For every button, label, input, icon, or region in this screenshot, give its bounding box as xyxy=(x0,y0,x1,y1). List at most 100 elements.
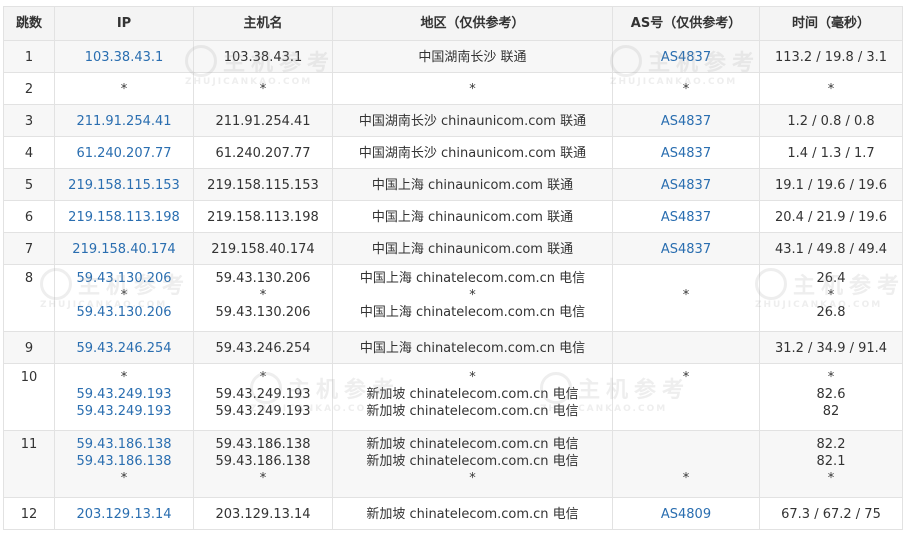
time-value: 20.4 / 21.9 / 19.6 xyxy=(774,210,888,225)
as-cell: AS4837 xyxy=(612,136,760,169)
hop-number: 2 xyxy=(24,82,34,97)
region-cell: 中国湖南长沙 联通 xyxy=(332,40,613,73)
hostname-cell: 59.43.186.138 59.43.186.138 * xyxy=(193,430,333,498)
as-cell: AS4837 xyxy=(612,200,760,233)
hostname-cell: 103.38.43.1 xyxy=(193,40,333,73)
host-value: 59.43.249.193 xyxy=(215,387,311,402)
region-cell: 中国上海 chinatelecom.com.cn 电信 xyxy=(332,331,613,364)
as-cell xyxy=(612,331,760,364)
time-value: 19.1 / 19.6 / 19.6 xyxy=(774,178,888,193)
ip-link[interactable]: 219.158.113.198 xyxy=(55,209,193,226)
host-value: 211.91.254.41 xyxy=(215,114,311,129)
ip-link[interactable]: 59.43.130.206 xyxy=(55,270,193,287)
region-value: 中国湖南长沙 chinaunicom.com 联通 xyxy=(358,146,587,161)
as-value xyxy=(613,270,759,287)
table-row: 6 219.158.113.198 219.158.113.198 中国上海 chin… xyxy=(3,200,903,233)
table-row: 7 219.158.40.174 219.158.40.174 中国上海 chinau… xyxy=(3,232,903,265)
host-value: 219.158.113.198 xyxy=(207,210,319,225)
host-value: 61.240.207.77 xyxy=(215,146,311,161)
as-value xyxy=(613,386,759,403)
hop-number: 9 xyxy=(24,341,34,356)
time-cell: 19.1 / 19.6 / 19.6 xyxy=(759,168,903,201)
ip-value: * xyxy=(120,471,128,486)
time-value: 26.4 xyxy=(816,271,846,286)
ip-link[interactable]: 59.43.249.193 xyxy=(55,403,193,420)
ip-link[interactable]: 59.43.186.138 xyxy=(55,436,193,453)
as-link[interactable]: AS4837 xyxy=(613,113,759,130)
region-cell: 中国上海 chinaunicom.com 联通 xyxy=(332,232,613,265)
as-link[interactable]: AS4837 xyxy=(613,49,759,66)
as-value xyxy=(613,340,759,357)
ip-cell: 219.158.113.198 xyxy=(54,200,194,233)
hop-cell: 9 xyxy=(3,331,55,364)
table-header-row: 跳数 IP 主机名 地区（仅供参考） AS号（仅供参考） 时间（毫秒） xyxy=(3,6,903,41)
time-cell: 31.2 / 34.9 / 91.4 xyxy=(759,331,903,364)
host-value: 219.158.115.153 xyxy=(207,178,319,193)
hop-number: 8 xyxy=(24,271,34,286)
time-value: 82.6 xyxy=(816,387,846,402)
host-value: 219.158.40.174 xyxy=(211,242,315,257)
region-value: 中国上海 chinatelecom.com.cn 电信 xyxy=(359,305,586,320)
time-value: 43.1 / 49.8 / 49.4 xyxy=(774,242,888,257)
hop-cell: 6 xyxy=(3,200,55,233)
region-cell: 中国湖南长沙 chinaunicom.com 联通 xyxy=(332,136,613,169)
column-header-region: 地区（仅供参考） xyxy=(332,6,613,41)
hop-number: 4 xyxy=(24,146,34,161)
host-value: * xyxy=(259,288,267,303)
ip-cell: 211.91.254.41 xyxy=(54,104,194,137)
ip-link[interactable]: 211.91.254.41 xyxy=(55,113,193,130)
ip-link[interactable]: 59.43.130.206 xyxy=(55,304,193,321)
as-link[interactable]: AS4837 xyxy=(613,209,759,226)
time-value: 82 xyxy=(822,404,840,419)
time-cell: 20.4 / 21.9 / 19.6 xyxy=(759,200,903,233)
as-value xyxy=(613,436,759,453)
column-header-time: 时间（毫秒） xyxy=(759,6,903,41)
hop-number: 12 xyxy=(20,507,38,522)
region-cell: 新加坡 chinatelecom.com.cn 电信 xyxy=(332,497,613,530)
time-value: * xyxy=(827,370,835,385)
ip-cell: 59.43.246.254 xyxy=(54,331,194,364)
time-value: 26.8 xyxy=(816,305,846,320)
as-cell: AS4809 xyxy=(612,497,760,530)
table-row: 4 61.240.207.77 61.240.207.77 中国湖南长沙 chinau… xyxy=(3,136,903,169)
ip-link[interactable]: 219.158.115.153 xyxy=(55,177,193,194)
ip-link[interactable]: 61.240.207.77 xyxy=(55,145,193,162)
column-header-hostname: 主机名 xyxy=(193,6,333,41)
as-cell: * xyxy=(612,72,760,105)
as-link[interactable]: AS4809 xyxy=(613,506,759,523)
as-link[interactable]: AS4837 xyxy=(613,241,759,258)
as-value xyxy=(613,453,759,470)
hop-cell: 10 xyxy=(3,363,55,431)
ip-link[interactable]: 219.158.40.174 xyxy=(55,241,193,258)
host-value: 59.43.130.206 xyxy=(215,271,311,286)
region-value: 中国上海 chinatelecom.com.cn 电信 xyxy=(359,271,586,286)
ip-link[interactable]: 59.43.249.193 xyxy=(55,386,193,403)
ip-cell: 61.240.207.77 xyxy=(54,136,194,169)
ip-link[interactable]: 59.43.186.138 xyxy=(55,453,193,470)
hostname-cell: * 59.43.249.193 59.43.249.193 xyxy=(193,363,333,431)
as-link[interactable]: AS4837 xyxy=(613,145,759,162)
region-value: 新加坡 chinatelecom.com.cn 电信 xyxy=(366,454,579,469)
table-row: 9 59.43.246.254 59.43.246.254 中国上海 chinatel… xyxy=(3,331,903,364)
as-link[interactable]: AS4837 xyxy=(613,177,759,194)
host-value: 59.43.130.206 xyxy=(215,305,311,320)
time-cell: 26.4 * 26.8 xyxy=(759,264,903,332)
ip-cell: * 59.43.249.193 59.43.249.193 xyxy=(54,363,194,431)
table-row: 11 59.43.186.138 59.43.186.138 * 59.43.186.1… xyxy=(3,430,903,498)
ip-value: * xyxy=(120,288,128,303)
table-row: 2 * * * * * xyxy=(3,72,903,105)
region-value: * xyxy=(469,82,476,97)
region-value: 新加坡 chinatelecom.com.cn 电信 xyxy=(366,387,579,402)
host-value: 59.43.186.138 xyxy=(215,437,311,452)
as-cell: AS4837 xyxy=(612,40,760,73)
ip-link[interactable]: 203.129.13.14 xyxy=(55,506,193,523)
column-header-ip: IP xyxy=(54,6,194,41)
ip-link[interactable]: 103.38.43.1 xyxy=(55,49,193,66)
time-value: 1.2 / 0.8 / 0.8 xyxy=(787,114,875,129)
ip-link[interactable]: 59.43.246.254 xyxy=(55,340,193,357)
region-value: 中国上海 chinaunicom.com 联通 xyxy=(371,210,574,225)
ip-cell: 103.38.43.1 xyxy=(54,40,194,73)
hop-number: 1 xyxy=(24,50,34,65)
hop-number: 7 xyxy=(24,242,34,257)
traceroute-table: 跳数 IP 主机名 地区（仅供参考） AS号（仅供参考） 时间（毫秒） 1 103… xyxy=(3,6,903,530)
